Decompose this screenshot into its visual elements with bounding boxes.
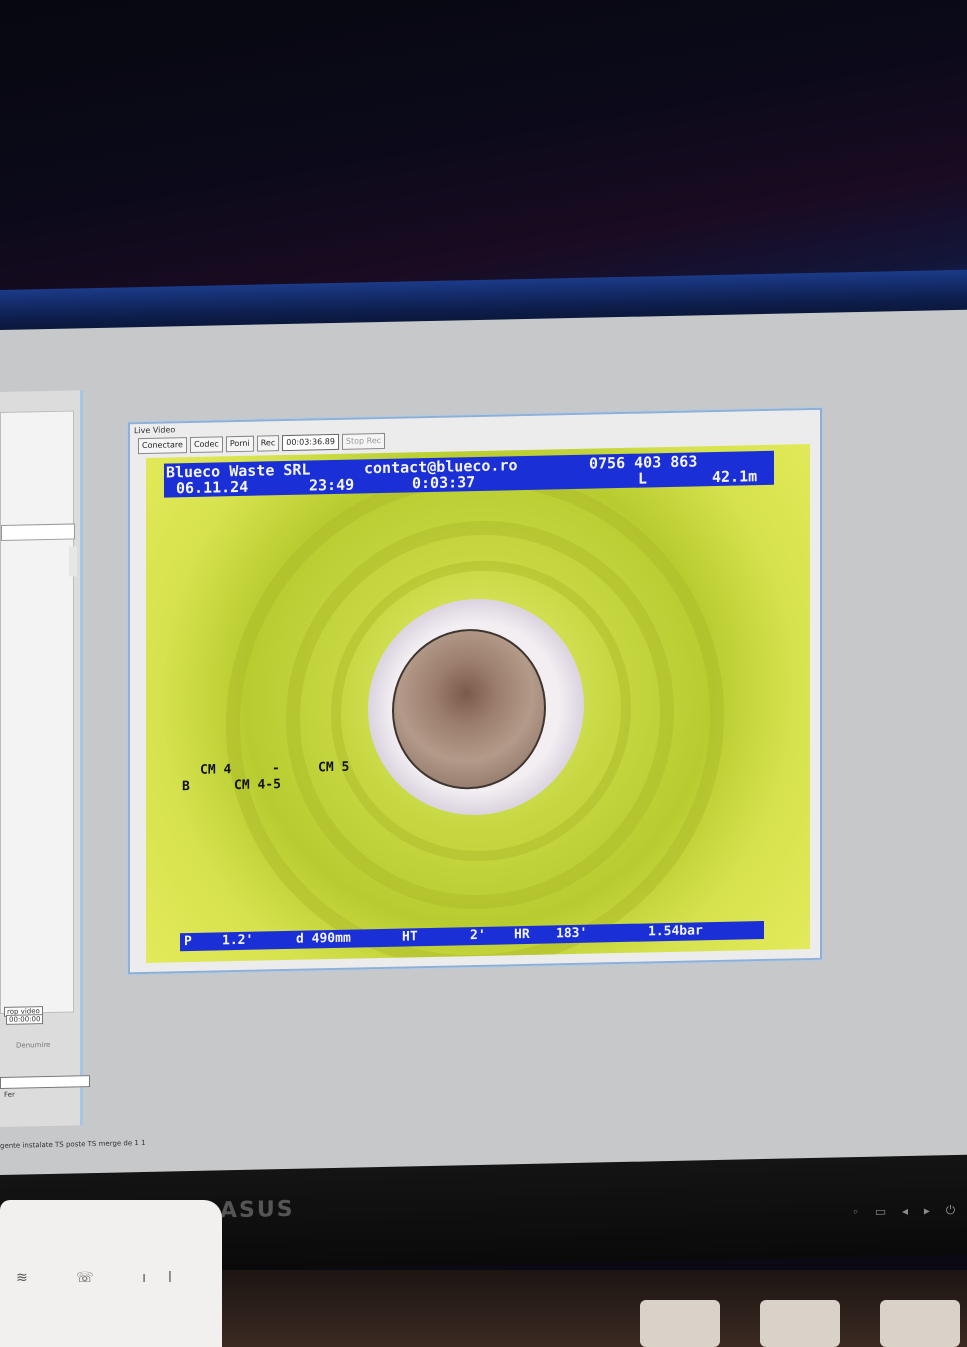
monitor-screen: rop video 00:00:00 Denumire Fer gente in… — [0, 309, 967, 1180]
fer-checkbox-label[interactable]: Fer — [4, 1091, 15, 1099]
left-text-field[interactable] — [1, 523, 75, 541]
dropdown-row: Fer — [0, 1075, 90, 1099]
osd-hr-value: 183' — [556, 925, 588, 942]
power-outlet — [640, 1300, 720, 1347]
power-outlet — [880, 1300, 960, 1347]
denumire-label: Denumire — [16, 1040, 51, 1050]
osd-p-value: 1.2' — [222, 932, 254, 949]
video-toolbar: Conectare Codec Porni Rec 00:03:36.89 St… — [138, 432, 386, 455]
osd-p-label: P — [184, 933, 192, 950]
osd-hr-label: HR — [514, 926, 530, 943]
router-device: ≋ ☏ ıl — [0, 1200, 222, 1347]
power-outlet — [760, 1300, 840, 1347]
live-video-window: Live Video Conectare Codec Porni Rec 00:… — [128, 407, 822, 975]
osd-label-cm45: CM 4-5 — [234, 777, 281, 794]
left-side-panel: rop video 00:00:00 Denumire Fer — [0, 390, 90, 1128]
osd-length-label: L — [638, 469, 648, 488]
osd-pressure: 1.54bar — [648, 923, 703, 940]
router-status-icons: ≋ ☏ ıl — [16, 1270, 194, 1286]
osd-label-b: B — [182, 779, 190, 795]
record-button[interactable]: Rec — [256, 435, 280, 452]
osd-length: 42.1m — [712, 467, 758, 487]
status-bar-text: gente instalate TS poste TS merge de 1 1 — [0, 1138, 146, 1150]
monitor-brand-logo: ASUS — [220, 1196, 295, 1224]
osd-time: 23:49 — [309, 475, 355, 495]
osd-ht-value: 2' — [470, 927, 486, 944]
stop-video-time: 00:00:00 — [6, 1014, 44, 1025]
osd-ht-label: HT — [402, 929, 418, 945]
stop-record-button[interactable]: Stop Rec — [341, 432, 386, 450]
codec-button[interactable]: Codec — [189, 436, 223, 454]
osd-diameter: d 490mm — [296, 930, 351, 947]
osd-header: Blueco Waste SRL contact@blueco.ro 0756 … — [164, 450, 774, 498]
osd-elapsed: 0:03:37 — [412, 473, 476, 493]
left-dropdown[interactable] — [0, 1075, 90, 1089]
connect-button[interactable]: Conectare — [138, 437, 187, 455]
osd-date: 06.11.24 — [176, 477, 249, 498]
start-button[interactable]: Porni — [225, 435, 254, 453]
left-scrollbar[interactable] — [69, 546, 77, 577]
live-video-title: Live Video — [134, 425, 176, 436]
osd-label-dash: - — [272, 761, 280, 777]
pipe-camera-feed: Blueco Waste SRL contact@blueco.ro 0756 … — [146, 444, 810, 963]
osd-label-cm4: CM 4 — [200, 762, 232, 778]
osd-label-cm5: CM 5 — [318, 759, 350, 776]
stop-video-row: rop video 00:00:00 — [4, 1006, 80, 1025]
monitor-control-icons: ◦ ▭ ◂ ▸ ⏻ — [852, 1202, 962, 1220]
record-timer: 00:03:36.89 — [282, 433, 339, 452]
left-list-area — [0, 410, 77, 1014]
